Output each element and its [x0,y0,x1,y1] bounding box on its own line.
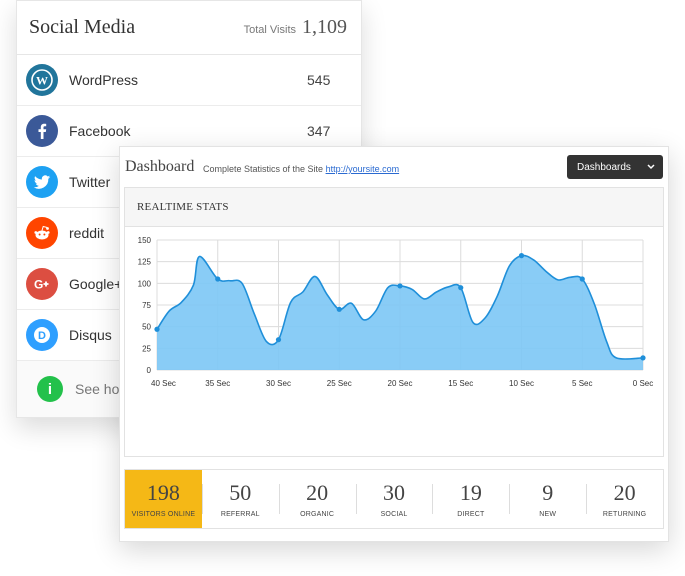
dashboard-subtitle-text: Complete Statistics of the Site [203,164,324,174]
social-media-title: Social Media [29,16,136,38]
social-media-header: Social Media Total Visits 1,109 [17,1,361,55]
dashboard-subtitle: Complete Statistics of the Site http://y… [203,164,399,174]
realtime-area-chart: 0 25 50 75 100 125 150 40 Sec 35 Sec 30 Sec 25 Sec… [138,236,654,388]
x-tick-label: 15 Sec [448,379,473,388]
stat-value: 50 [229,479,252,505]
social-row-wordpress[interactable]: W WordPress 545 [17,55,361,106]
svg-text:G: G [34,278,43,292]
reddit-icon [26,217,58,249]
realtime-stats-panel: REALTIME STATS 0 25 50 75 100 125 150 40 Sec 35 … [124,187,664,457]
data-point [579,276,585,282]
site-link[interactable]: http://yoursite.com [326,164,400,174]
x-tick-label: 30 Sec [266,379,291,388]
google-plus-icon: G [26,268,58,300]
total-visits-label: Total Visits [243,24,296,36]
svg-text:W: W [36,74,48,88]
social-name: Disqus [69,327,112,343]
stat-value: 19 [459,479,482,505]
stat-label: ORGANIC [300,510,335,518]
stat-label: RETURNING [602,510,647,518]
stat-value: 20 [306,479,329,505]
stat-label: NEW [539,510,557,518]
social-count: 347 [307,123,331,139]
stat-direct[interactable]: 19 DIRECT [432,470,509,528]
stat-value: 20 [613,479,636,505]
total-visits: Total Visits 1,109 [244,16,347,39]
x-tick-label: 20 Sec [388,379,413,388]
dashboard-card: Dashboard Complete Statistics of the Sit… [119,146,669,542]
data-point [275,337,282,343]
social-name: reddit [69,225,105,241]
social-name: Google+ [69,276,123,292]
dropdown-label: Dashboards [577,161,631,173]
y-tick-label: 50 [142,323,151,332]
y-tick-label: 150 [138,236,152,245]
data-point [336,306,342,312]
x-tick-label: 25 Sec [327,379,352,388]
social-count: 545 [307,72,331,88]
y-tick-label: 0 [147,366,152,375]
data-point [640,355,646,361]
x-tick-label: 35 Sec [205,379,230,388]
dashboard-header: Dashboard Complete Statistics of the Sit… [120,147,668,185]
stat-label: REFERRAL [220,510,260,518]
stat-label: SOCIAL [380,510,408,518]
data-point [397,283,403,289]
social-name: WordPress [69,72,138,88]
stat-value: 9 [542,479,554,505]
stat-new[interactable]: 9 NEW [509,470,586,528]
stat-label: DIRECT [457,510,485,518]
stat-organic[interactable]: 20 ORGANIC [278,470,356,528]
stats-row: 198 VISITORS ONLINE 50 REFERRAL 20 ORGAN… [124,469,664,529]
svg-text:D: D [38,330,46,342]
x-tick-label: 0 Sec [633,379,653,388]
social-name: Twitter [69,174,111,190]
y-tick-label: 100 [138,279,152,288]
dashboard-title: Dashboard [125,158,195,175]
stat-referral[interactable]: 50 REFERRAL [201,470,279,528]
y-tick-label: 75 [142,301,151,310]
y-tick-label: 125 [138,258,152,267]
data-point [154,326,160,332]
data-point [518,253,525,259]
social-name: Facebook [69,123,131,139]
stat-label: VISITORS ONLINE [131,510,196,518]
disqus-icon: D [26,319,58,351]
stat-value: 198 [146,479,180,505]
x-tick-label: 10 Sec [509,379,534,388]
y-tick-label: 25 [142,344,151,353]
data-point [215,276,221,282]
stat-visitors-online[interactable]: 198 VISITORS ONLINE [125,470,202,528]
x-tick-label: 5 Sec [572,379,592,388]
total-visits-value: 1,109 [302,16,347,38]
wordpress-icon: W [26,64,58,96]
x-tick-label: 40 Sec [151,379,176,388]
twitter-icon [26,166,58,198]
stat-value: 30 [383,479,405,505]
facebook-icon [26,115,58,147]
dashboards-dropdown[interactable]: Dashboards [567,155,663,179]
stat-social[interactable]: 30 SOCIAL [355,470,433,528]
chevron-down-icon [647,162,655,172]
stat-returning[interactable]: 20 RETURNING [586,470,663,528]
info-icon: i [37,376,63,402]
realtime-stats-title: REALTIME STATS [125,188,663,227]
data-point [458,285,464,291]
